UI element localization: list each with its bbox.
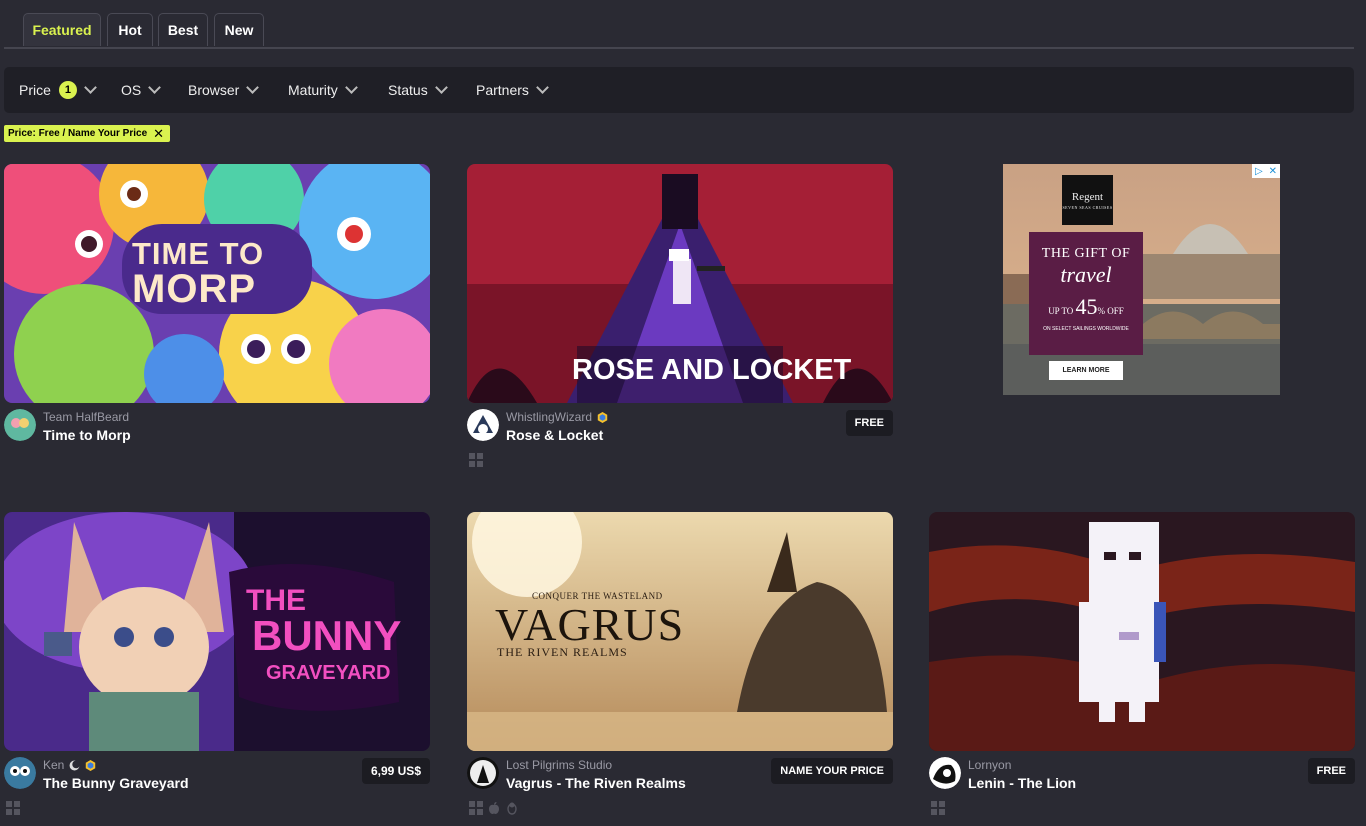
tab-hot[interactable]: Hot xyxy=(107,13,153,46)
ad-headline: THE GIFT OF xyxy=(1041,246,1131,261)
game-title[interactable]: Rose & Locket xyxy=(506,427,603,443)
game-cover-art xyxy=(929,512,1355,751)
close-icon[interactable]: ✕ xyxy=(153,127,164,140)
avatar[interactable] xyxy=(4,409,36,441)
tab-featured[interactable]: Featured xyxy=(23,13,101,46)
ad-brand-logo: Regent SEVEN SEAS CRUISES xyxy=(1062,175,1113,225)
game-author[interactable]: Lornyon xyxy=(968,758,1011,772)
game-author[interactable]: Ken xyxy=(43,758,96,772)
game-card[interactable]: TIME TO MORP Team HalfBeard Time to Morp xyxy=(4,164,430,463)
filter-partners-label: Partners xyxy=(476,82,529,98)
sort-tabs: Featured Hot Best New xyxy=(4,13,1354,49)
ad-choices-icon[interactable]: ▷ xyxy=(1255,166,1263,177)
filter-status-label: Status xyxy=(388,82,428,98)
cover-title-text: GRAVEYARD xyxy=(266,662,391,684)
ad-logo-sub: SEVEN SEAS CRUISES xyxy=(1062,204,1113,210)
chevron-down-icon xyxy=(536,81,549,94)
filter-browser-label: Browser xyxy=(188,82,240,98)
chevron-down-icon xyxy=(84,81,97,94)
platform-list xyxy=(6,801,20,815)
platform-list xyxy=(931,801,945,815)
filter-os[interactable]: OS xyxy=(121,67,162,113)
game-card[interactable]: CONQUER THE WASTELAND VAGRUS THE RIVEN R… xyxy=(467,512,893,815)
game-thumbnail[interactable]: ROSE AND LOCKET xyxy=(467,164,893,403)
filter-count-badge: 1 xyxy=(58,81,77,99)
price-badge: 6,99 US$ xyxy=(361,758,430,784)
filter-maturity[interactable]: Maturity xyxy=(288,67,358,113)
ad-controls[interactable]: ▷ ✕ xyxy=(1252,164,1280,178)
game-thumbnail[interactable]: CONQUER THE WASTELAND VAGRUS THE RIVEN R… xyxy=(467,512,893,751)
partner-badge-icon xyxy=(597,411,608,423)
advertisement[interactable]: Regent SEVEN SEAS CRUISES THE GIFT OF tr… xyxy=(1003,164,1280,395)
chevron-down-icon xyxy=(246,81,260,94)
moon-icon xyxy=(69,760,81,770)
cover-subtitle: THE RIVEN REALMS xyxy=(497,645,628,659)
game-title[interactable]: Vagrus - The Riven Realms xyxy=(506,775,686,791)
chevron-down-icon xyxy=(344,81,358,94)
author-name: Ken xyxy=(43,758,65,772)
price-badge: NAME YOUR PRICE xyxy=(771,758,893,784)
chevron-down-icon xyxy=(434,81,448,94)
partner-badge-icon xyxy=(86,759,96,771)
filter-price-label: Price xyxy=(19,82,51,98)
filter-price[interactable]: Price 1 xyxy=(19,67,97,113)
avatar[interactable] xyxy=(4,757,36,789)
filter-partners[interactable]: Partners xyxy=(476,67,549,113)
game-author[interactable]: Lost Pilgrims Studio xyxy=(506,758,612,772)
cover-title-text: ROSE AND LOCKET xyxy=(572,354,852,386)
author-name: WhistlingWizard xyxy=(506,410,593,424)
avatar[interactable] xyxy=(467,409,499,441)
game-card[interactable]: Lornyon Lenin - The Lion FREE xyxy=(929,512,1355,815)
ad-logo-text: Regent xyxy=(1071,190,1104,203)
windows-icon xyxy=(469,801,483,815)
game-thumbnail[interactable] xyxy=(929,512,1355,751)
close-icon[interactable]: ✕ xyxy=(1269,166,1277,177)
filter-os-label: OS xyxy=(121,82,142,98)
active-filter-tag[interactable]: Price: Free / Name Your Price ✕ xyxy=(4,125,171,142)
filter-status[interactable]: Status xyxy=(388,67,448,113)
cover-title-text: BUNNY xyxy=(252,612,402,659)
ad-discount: UP TO 45% OFF xyxy=(1048,294,1124,319)
ad-learn-more-button[interactable]: LEARN MORE xyxy=(1049,361,1123,380)
platform-list xyxy=(469,801,519,815)
game-thumbnail[interactable]: TIME TO MORP xyxy=(4,164,430,403)
windows-icon xyxy=(6,801,20,815)
chevron-down-icon xyxy=(148,81,162,94)
cover-title-text: VAGRUS xyxy=(495,599,685,650)
price-badge: FREE xyxy=(1307,758,1355,784)
linux-icon xyxy=(507,802,517,815)
active-filter-label: Price: Free / Name Your Price xyxy=(8,128,148,139)
avatar[interactable] xyxy=(929,757,961,789)
platform-list xyxy=(469,453,483,467)
avatar[interactable] xyxy=(467,757,499,789)
apple-icon xyxy=(489,802,499,814)
filter-bar: Price 1 OS Browser Maturity Status Partn… xyxy=(4,67,1354,113)
tab-new[interactable]: New xyxy=(214,13,264,46)
game-thumbnail[interactable]: THE BUNNY GRAVEYARD xyxy=(4,512,430,751)
game-title[interactable]: The Bunny Graveyard xyxy=(43,775,189,791)
game-author[interactable]: Team HalfBeard xyxy=(43,410,129,424)
game-card[interactable]: THE BUNNY GRAVEYARD Ken The Bunny Gravey… xyxy=(4,512,430,815)
cover-title-text: MORP xyxy=(132,267,256,311)
price-badge: FREE xyxy=(845,410,893,436)
tab-best[interactable]: Best xyxy=(158,13,208,46)
game-card[interactable]: ROSE AND LOCKET WhistlingWizard Rose & L… xyxy=(467,164,893,467)
filter-browser[interactable]: Browser xyxy=(188,67,260,113)
windows-icon xyxy=(469,453,483,467)
filter-maturity-label: Maturity xyxy=(288,82,338,98)
windows-icon xyxy=(931,801,945,815)
game-title[interactable]: Time to Morp xyxy=(43,427,131,443)
game-title[interactable]: Lenin - The Lion xyxy=(968,775,1076,791)
ad-script-text: travel xyxy=(1060,262,1112,287)
ad-offer-box: THE GIFT OF travel UP TO 45% OFF ON SELE… xyxy=(1029,232,1143,355)
ad-note: ON SELECT SAILINGS WORLDWIDE xyxy=(1043,326,1129,332)
game-author[interactable]: WhistlingWizard xyxy=(506,410,608,424)
